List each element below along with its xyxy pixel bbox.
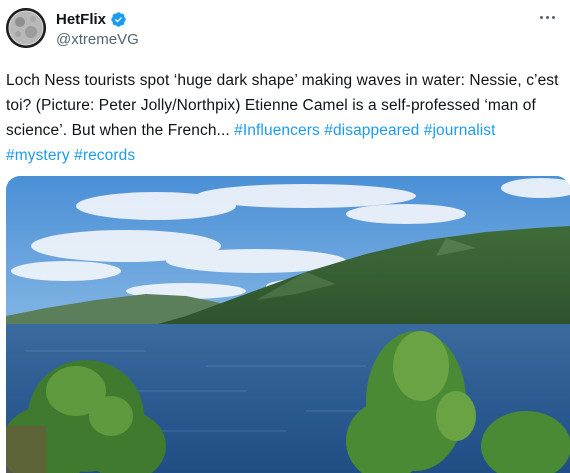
avatar[interactable] xyxy=(6,8,46,48)
verified-badge-icon xyxy=(111,11,126,27)
hashtag-influencers[interactable]: #Influencers xyxy=(234,122,320,139)
more-options-icon[interactable] xyxy=(536,8,560,28)
tweet-text: Loch Ness tourists spot ‘huge dark shape… xyxy=(6,68,562,168)
loch-landscape-image xyxy=(6,176,570,473)
tweet-photo[interactable] xyxy=(6,176,570,473)
hashtag-mystery[interactable]: #mystery xyxy=(6,147,70,164)
hashtag-records[interactable]: #records xyxy=(74,147,135,164)
tweet-header: HetFlix @xtremeVG xyxy=(0,0,570,60)
moon-avatar-icon xyxy=(6,8,46,48)
hashtag-journalist[interactable]: #journalist xyxy=(424,122,496,139)
handle[interactable]: @xtremeVG xyxy=(56,31,139,48)
hashtag-disappeared[interactable]: #disappeared xyxy=(324,122,419,139)
display-name[interactable]: HetFlix xyxy=(56,11,106,28)
name-row: HetFlix xyxy=(56,9,127,29)
